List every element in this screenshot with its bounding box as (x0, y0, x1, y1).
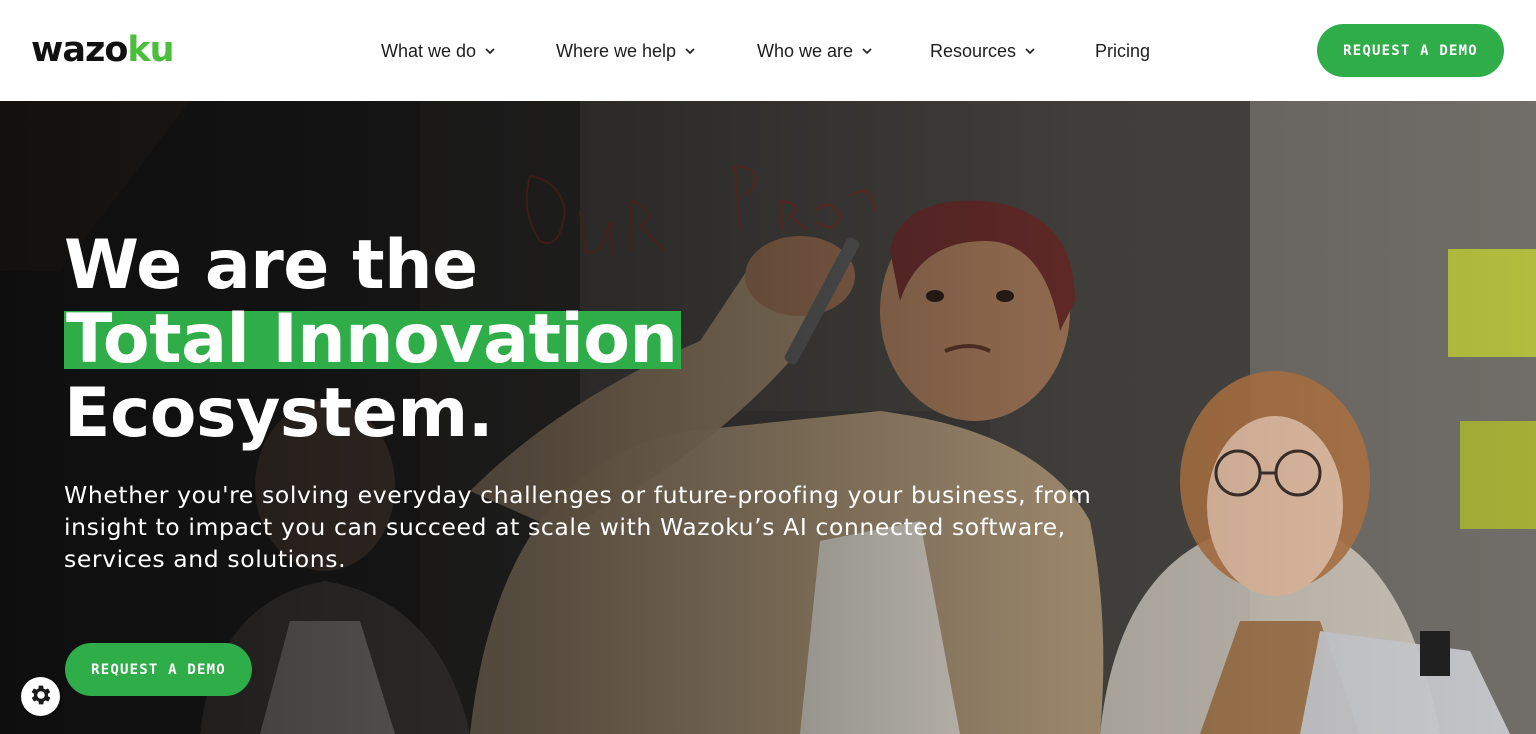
nav-item-label: Who we are (757, 40, 854, 61)
nav-item-where-we-help[interactable]: Where we help (556, 38, 696, 64)
chevron-down-icon (484, 45, 496, 57)
headline-highlight: Total Innovation (64, 306, 682, 374)
logo-text-dark: wazo (31, 30, 128, 70)
nav-item-pricing[interactable]: Pricing (1095, 38, 1150, 64)
chevron-down-icon (1024, 45, 1036, 57)
logo-text-green: ku (127, 30, 174, 70)
headline-line-1: We are the (64, 226, 478, 305)
cookie-settings-button[interactable] (21, 677, 60, 716)
nav-item-resources[interactable]: Resources (930, 38, 1036, 64)
chevron-down-icon (861, 45, 873, 57)
site-header: wazoku What we do Where we help Who we a… (0, 0, 1536, 101)
headline-line-3: Ecosystem. (64, 374, 494, 453)
nav-item-who-we-are[interactable]: Who we are (757, 38, 873, 64)
hero-request-demo-button[interactable]: REQUEST A DEMO (65, 643, 252, 696)
nav-item-label: Resources (930, 40, 1017, 61)
hero-headline: We are the Total Innovation Ecosystem. (64, 229, 784, 451)
gear-icon (28, 682, 54, 712)
request-demo-button[interactable]: REQUEST A DEMO (1317, 24, 1504, 77)
hero-section: We are the Total Innovation Ecosystem. W… (0, 101, 1536, 734)
nav-item-label: Where we help (556, 40, 677, 61)
nav-item-what-we-do[interactable]: What we do (381, 38, 496, 64)
nav-item-label: What we do (381, 40, 477, 61)
hero-subtext: Whether you're solving everyday challeng… (64, 481, 1092, 573)
chevron-down-icon (684, 45, 696, 57)
nav-item-label: Pricing (1095, 40, 1151, 61)
wazoku-logo[interactable]: wazoku (31, 30, 175, 70)
